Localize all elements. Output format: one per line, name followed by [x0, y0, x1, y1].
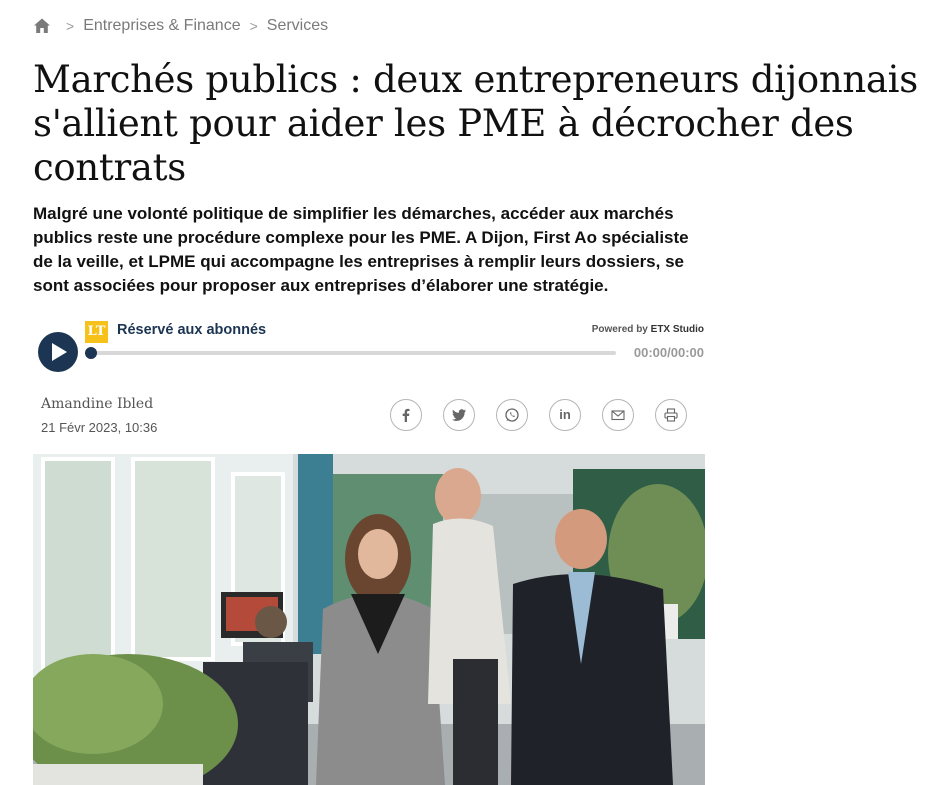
- print-button[interactable]: [655, 399, 687, 431]
- subscriber-label: Réservé aux abonnés: [117, 322, 267, 338]
- linkedin-icon: in: [559, 407, 571, 422]
- powered-by-text: Powered by: [591, 324, 648, 335]
- twitter-icon: [452, 409, 466, 421]
- play-icon: [52, 343, 67, 361]
- facebook-icon: [402, 408, 410, 422]
- breadcrumb-item-services[interactable]: Services: [267, 17, 328, 35]
- powered-by: Powered by ETX Studio: [592, 324, 704, 335]
- whatsapp-icon: [505, 408, 519, 422]
- share-bar: in: [390, 399, 708, 431]
- facebook-share-button[interactable]: [390, 399, 422, 431]
- email-icon: [611, 410, 625, 421]
- home-icon[interactable]: [33, 17, 51, 35]
- author-name[interactable]: Amandine Ibled: [41, 396, 153, 412]
- page-title: Marchés publics : deux entrepreneurs dij…: [33, 58, 918, 189]
- breadcrumb: > Entreprises & Finance > Services: [33, 16, 328, 36]
- article-photo: [33, 454, 705, 785]
- audio-player: LT Réservé aux abonnés Powered by ETX St…: [38, 318, 704, 374]
- progress-track[interactable]: [91, 351, 616, 355]
- article-lead: Malgré une volonté politique de simplifi…: [33, 204, 689, 295]
- breadcrumb-item-entreprises-finance[interactable]: Entreprises & Finance: [83, 17, 240, 35]
- print-icon: [664, 408, 678, 422]
- breadcrumb-separator: >: [66, 18, 75, 34]
- email-share-button[interactable]: [602, 399, 634, 431]
- twitter-share-button[interactable]: [443, 399, 475, 431]
- provider-name[interactable]: ETX Studio: [651, 324, 704, 335]
- play-button[interactable]: [38, 332, 78, 372]
- breadcrumb-separator: >: [249, 18, 258, 34]
- time-readout: 00:00/00:00: [633, 345, 704, 360]
- linkedin-share-button[interactable]: in: [549, 399, 581, 431]
- lt-logo: LT: [85, 321, 108, 343]
- publish-date: 21 Févr 2023, 10:36: [41, 420, 158, 435]
- whatsapp-share-button[interactable]: [496, 399, 528, 431]
- progress-knob[interactable]: [85, 347, 97, 359]
